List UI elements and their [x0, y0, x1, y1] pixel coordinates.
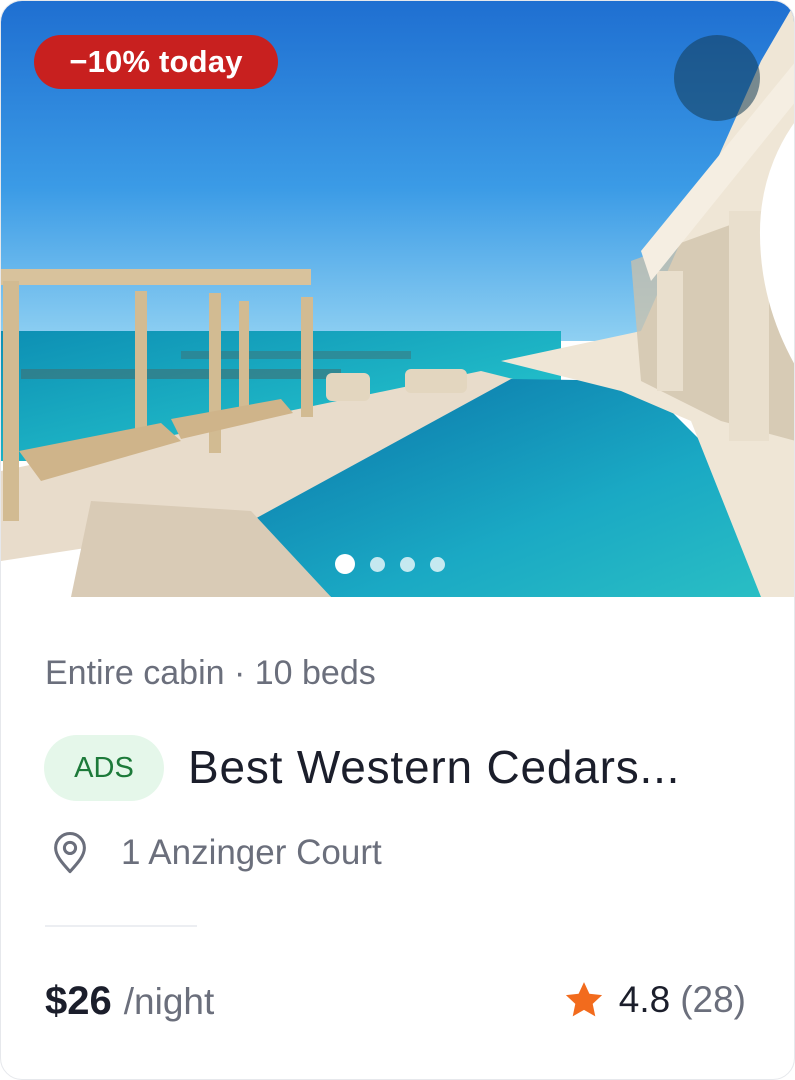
review-count: (28) [680, 979, 746, 1020]
discount-badge: −10% today [34, 35, 278, 89]
star-icon [565, 982, 602, 1017]
pagination-dot-3[interactable] [400, 556, 415, 572]
heart-outline-icon [759, 123, 794, 364]
rating-value: 4.8 [618, 979, 671, 1020]
favorite-button[interactable] [674, 35, 794, 364]
divider [45, 925, 197, 927]
listing-title[interactable]: Best Western Cedars... [188, 737, 758, 797]
address-text: 1 Anzinger Court [121, 833, 382, 872]
listing-address: 1 Anzinger Court [49, 831, 382, 875]
photo-pagination [335, 554, 445, 574]
pagination-dot-1[interactable] [335, 554, 355, 574]
listing-photo[interactable]: −10% today [1, 1, 794, 597]
pagination-dot-2[interactable] [370, 556, 385, 572]
map-pin-icon [54, 832, 86, 874]
price: $26 /night [45, 979, 214, 1024]
listing-card[interactable]: −10% today Entire cabin · 10 beds ADS Be… [0, 0, 795, 1080]
rating: 4.8 (28) [563, 979, 746, 1021]
pagination-dot-4[interactable] [430, 556, 445, 572]
listing-meta: Entire cabin · 10 beds [45, 654, 376, 692]
ads-badge: ADS [44, 735, 164, 801]
price-unit: /night [123, 981, 215, 1022]
price-amount: $26 [45, 979, 112, 1023]
